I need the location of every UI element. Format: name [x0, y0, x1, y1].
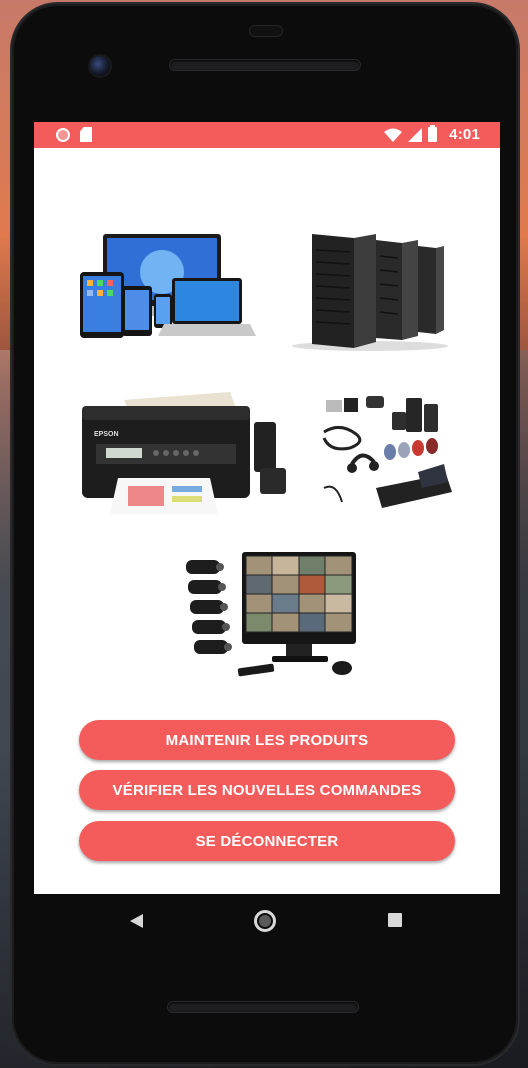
wifi-icon	[384, 128, 403, 142]
accessories-image	[322, 396, 452, 508]
status-bar: 4:01	[34, 122, 500, 148]
servers-image	[292, 234, 448, 351]
maintain-products-button[interactable]: MAINTENIR LES PRODUITS	[79, 720, 455, 760]
logout-button[interactable]: SE DÉCONNECTER	[79, 821, 455, 861]
devices-image	[80, 234, 256, 338]
home-icon[interactable]	[254, 910, 276, 932]
signal-icon	[408, 127, 423, 142]
front-camera-icon	[90, 56, 110, 76]
navigation-bar	[12, 896, 518, 946]
surveillance-image	[186, 552, 356, 677]
check-new-orders-button[interactable]: VÉRIFIER LES NOUVELLES COMMANDES	[79, 770, 455, 810]
clock: 4:01	[449, 126, 480, 143]
phone-frame: 4:01 EPSON MAINTENIR LES PRODUITS VÉRIFI…	[12, 4, 518, 1064]
earpiece-speaker	[170, 60, 360, 70]
back-icon[interactable]	[130, 914, 143, 928]
printer-brand-text: EPSON	[94, 431, 119, 438]
recent-apps-icon[interactable]	[388, 913, 402, 927]
proximity-sensor	[250, 26, 282, 36]
battery-charging-icon	[428, 125, 438, 142]
printer-image: EPSON	[82, 392, 286, 514]
sd-card-icon	[80, 127, 92, 142]
bottom-speaker	[168, 1002, 358, 1012]
notification-dot-icon	[56, 127, 70, 142]
app-screen: 4:01 EPSON MAINTENIR LES PRODUITS VÉRIFI…	[34, 122, 500, 894]
